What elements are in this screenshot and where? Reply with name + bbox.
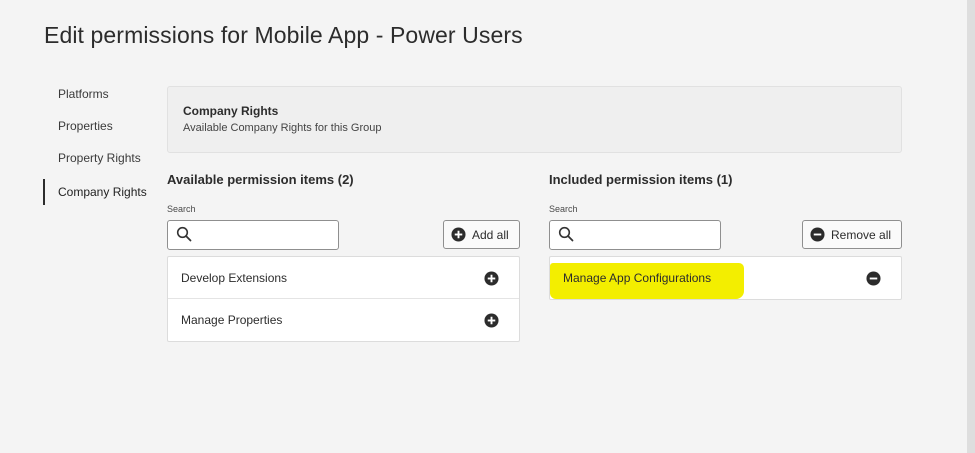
included-search-input[interactable] <box>549 220 721 250</box>
side-nav: Platforms Properties Property Rights Com… <box>43 80 153 205</box>
available-heading: Available permission items (2) <box>167 172 354 187</box>
included-search-row: Remove all <box>549 220 902 250</box>
info-title: Company Rights <box>183 104 279 118</box>
list-item-manage-properties: Manage Properties <box>168 299 519 341</box>
available-column: Available permission items (2) Search Ad… <box>167 172 520 342</box>
available-search-label: Search <box>167 204 196 214</box>
list-item-label: Manage App Configurations <box>563 271 712 285</box>
add-all-label: Add all <box>472 227 509 242</box>
included-list: Manage App Configurations <box>549 256 902 300</box>
info-panel: Company Rights Available Company Rights … <box>167 86 902 153</box>
plus-circle-icon[interactable] <box>484 271 499 286</box>
plus-circle-icon <box>451 227 466 242</box>
minus-circle-icon <box>810 227 825 242</box>
search-icon <box>558 226 574 242</box>
page-title: Edit permissions for Mobile App - Power … <box>44 22 523 48</box>
edit-permissions-page: Edit permissions for Mobile App - Power … <box>0 0 975 453</box>
list-item-develop-extensions: Develop Extensions <box>168 257 519 299</box>
available-list: Develop Extensions Manage Properties <box>167 256 520 342</box>
list-item-label: Develop Extensions <box>181 271 288 285</box>
available-search-input[interactable] <box>167 220 339 250</box>
nav-item-properties[interactable]: Properties <box>43 112 153 144</box>
search-icon <box>176 226 192 242</box>
plus-circle-icon[interactable] <box>484 313 499 328</box>
list-item-label: Manage Properties <box>181 313 283 327</box>
included-column: Included permission items (1) Search Rem… <box>549 172 902 300</box>
add-all-button[interactable]: Add all <box>443 220 520 249</box>
nav-item-platforms[interactable]: Platforms <box>43 80 153 112</box>
info-subtitle: Available Company Rights for this Group <box>183 122 382 134</box>
remove-all-button[interactable]: Remove all <box>802 220 902 249</box>
nav-item-company-rights[interactable]: Company Rights <box>43 179 153 205</box>
remove-all-label: Remove all <box>831 227 892 242</box>
included-search-label: Search <box>549 204 578 214</box>
list-item-manage-app-configurations: Manage App Configurations <box>550 257 901 299</box>
minus-circle-icon[interactable] <box>866 271 881 286</box>
included-heading: Included permission items (1) <box>549 172 733 187</box>
nav-item-property-rights[interactable]: Property Rights <box>43 144 153 176</box>
window-edge <box>967 0 975 453</box>
available-search-row: Add all <box>167 220 520 250</box>
